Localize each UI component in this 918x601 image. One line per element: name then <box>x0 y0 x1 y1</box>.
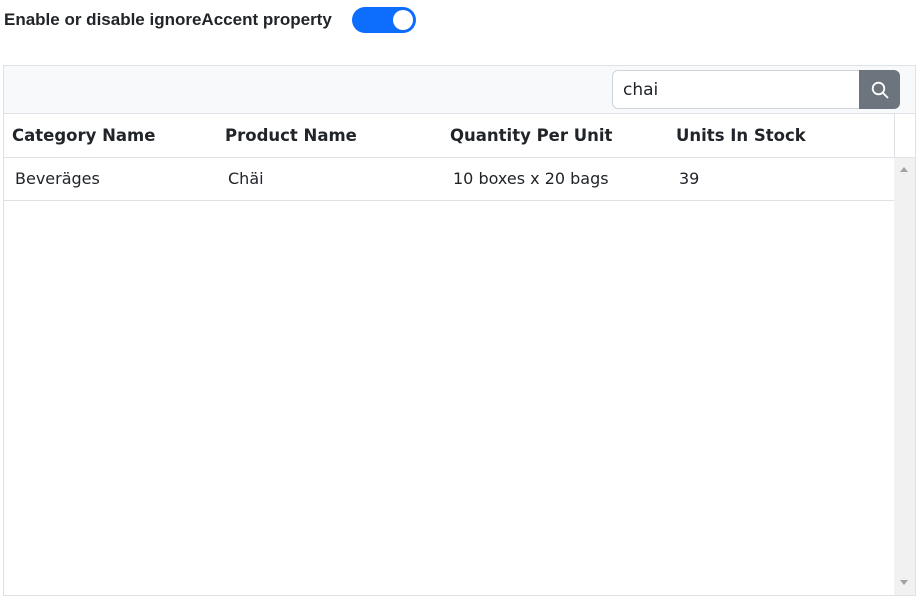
toggle-knob <box>393 10 413 30</box>
data-grid: Category Name Product Name Quantity Per … <box>3 65 916 596</box>
grid-header-row: Category Name Product Name Quantity Per … <box>4 114 894 158</box>
search-button[interactable] <box>859 70 900 109</box>
vertical-scrollbar[interactable] <box>894 158 915 595</box>
search-icon <box>871 81 889 99</box>
cell-quantity-per-unit: 10 boxes x 20 bags <box>453 169 609 188</box>
search-input[interactable] <box>612 70 860 109</box>
scroll-down-arrow-icon[interactable] <box>900 580 908 585</box>
cell-product-name: Chäi <box>228 169 264 188</box>
column-header-quantity-per-unit[interactable]: Quantity Per Unit <box>450 114 612 157</box>
ignore-accent-toggle-row: Enable or disable ignoreAccent property <box>4 7 332 33</box>
ignore-accent-toggle-label: Enable or disable ignoreAccent property <box>4 10 332 29</box>
column-header-product-name[interactable]: Product Name <box>225 114 357 157</box>
grid-toolbar <box>4 66 915 114</box>
table-row[interactable]: Beveräges Chäi 10 boxes x 20 bags 39 <box>4 158 894 201</box>
ignore-accent-toggle-switch[interactable] <box>352 7 416 33</box>
column-header-category-name[interactable]: Category Name <box>12 114 155 157</box>
cell-category-name: Beveräges <box>15 169 100 188</box>
cell-units-in-stock: 39 <box>679 169 700 188</box>
scroll-up-arrow-icon[interactable] <box>900 167 908 172</box>
header-scroll-spacer <box>894 114 915 158</box>
column-header-units-in-stock[interactable]: Units In Stock <box>676 114 806 157</box>
